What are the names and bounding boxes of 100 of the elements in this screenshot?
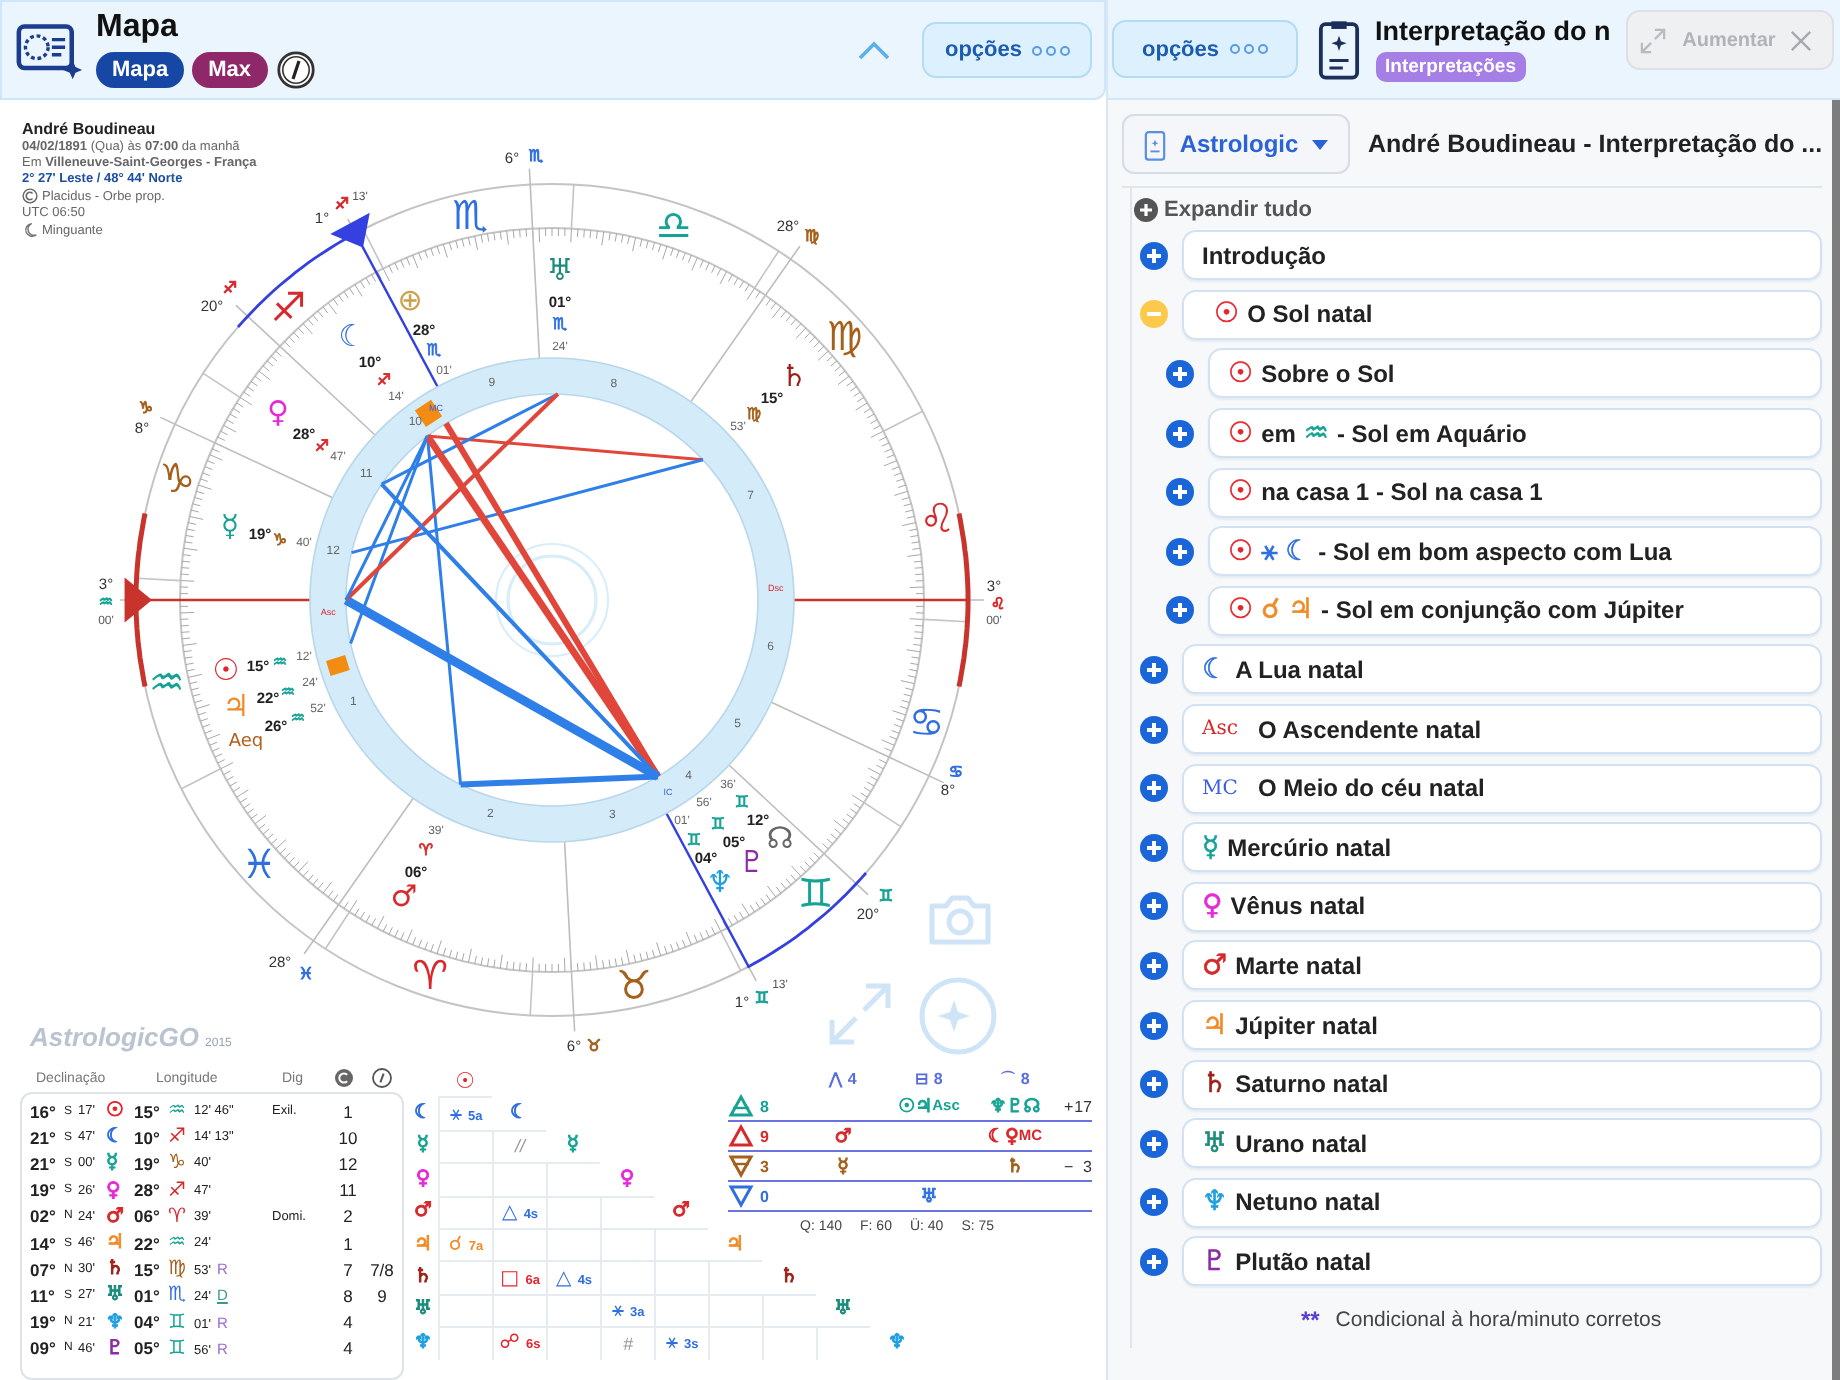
tree-item[interactable]: ☉ Sobre o Sol	[1208, 348, 1823, 399]
longitude-degree: 28°	[134, 1180, 162, 1201]
chart-tag-button[interactable]: Mapa	[96, 52, 185, 88]
expand-icon[interactable]	[1140, 1247, 1168, 1276]
app-logo: AstrologicGO	[30, 1022, 200, 1052]
scrollbar[interactable]	[1832, 100, 1840, 1380]
expand-icon[interactable]	[1140, 655, 1168, 684]
planet-sign: ♊	[686, 831, 702, 849]
grid-cell	[600, 1227, 654, 1261]
cusp-sign: ♌	[990, 595, 1006, 613]
planet-sign: ♈	[418, 841, 434, 859]
tree-item[interactable]: ☾ A Lua natal	[1182, 644, 1823, 695]
planet-sign: ♏	[552, 315, 568, 333]
planet-glyph: ♆	[706, 864, 734, 900]
planet-glyph: ☾	[338, 318, 366, 354]
planet-glyph: ☿	[220, 508, 240, 544]
element-count: 0	[758, 1187, 771, 1205]
interpretation-heading: André Boudineau - Interpretação do ...	[1368, 130, 1823, 158]
cusp-sign: ♏	[528, 147, 544, 165]
expand-icon[interactable]	[1140, 892, 1168, 921]
planet-glyph: Aeq	[228, 732, 264, 752]
options-button[interactable]: opções	[922, 22, 1092, 78]
tree-item[interactable]: ♃ Júpiter natal	[1182, 1000, 1823, 1051]
chart-card-icon	[16, 19, 84, 81]
zodiac-sign: ♊	[797, 868, 834, 917]
planet-glyph: ☉	[212, 652, 240, 688]
source-dropdown[interactable]: Astrologic	[1122, 114, 1350, 174]
expand-icon[interactable]	[1140, 1188, 1168, 1217]
planet-glyph: ♄	[1006, 1155, 1024, 1177]
planet-glyph: ♅	[546, 252, 574, 288]
house-number: 9	[377, 1285, 387, 1306]
grid-cell	[762, 1326, 816, 1360]
tree-item[interactable]: Asc O Ascendente natal	[1182, 704, 1823, 755]
info-icon[interactable]	[275, 50, 316, 90]
declination-degree: 19°	[30, 1312, 58, 1333]
person-name: André Boudineau	[22, 120, 158, 138]
longitude-degree: 10°	[134, 1127, 162, 1148]
tree-item[interactable]: ♄ Saturno natal	[1182, 1059, 1823, 1110]
options-button[interactable]: opções	[1112, 20, 1298, 78]
longitude-degree: 01°	[134, 1285, 162, 1306]
expand-icon[interactable]	[1140, 1070, 1168, 1099]
planet-glyph: ☉	[453, 1067, 477, 1094]
planet-glyph: ☉	[898, 1095, 916, 1117]
planet-glyph: ♀	[413, 1167, 433, 1190]
planet-glyph: ♂	[412, 1200, 434, 1223]
tree-item[interactable]: Introdução	[1182, 230, 1823, 281]
expand-all-link[interactable]: Expandir tudo	[1164, 198, 1312, 222]
tree-item[interactable]: ☉ ⚹ ☾ - Sol em bom aspecto com Lua	[1208, 526, 1823, 577]
tree-item[interactable]: ☿ Mercúrio natal	[1182, 822, 1823, 873]
planet-sign: ♒	[272, 653, 288, 671]
tree-item[interactable]: ☉ em ♒ - Sol em Aquário	[1208, 408, 1823, 459]
planet-glyph: ♅	[106, 1284, 126, 1307]
tree-item[interactable]: ☉ na casa 1 - Sol na casa 1	[1208, 467, 1823, 518]
expand-icon[interactable]	[1166, 419, 1194, 448]
planet-glyph: ♃	[412, 1233, 434, 1256]
planet-glyph: ♃	[106, 1232, 126, 1255]
grid-cell	[654, 1227, 708, 1261]
expand-icon[interactable]	[1140, 774, 1168, 803]
tree-item[interactable]: MC O Meio do céu natal	[1182, 763, 1823, 814]
expand-icon[interactable]	[1140, 241, 1168, 270]
planet-sign: ♒	[280, 683, 296, 701]
footnote: Condicional à hora/minuto corretos	[1335, 1307, 1662, 1332]
chart-tag-button[interactable]: Max	[192, 52, 268, 88]
expand-icon[interactable]	[1166, 596, 1194, 625]
planet-sign: ♐	[376, 371, 392, 389]
zodiac-sign: ♒	[148, 657, 185, 706]
expand-icon[interactable]	[1140, 1011, 1168, 1040]
planet-glyph: ♀	[106, 1179, 123, 1202]
expand-icon[interactable]	[1140, 1129, 1168, 1158]
sign-glyph: ♏	[168, 1284, 188, 1307]
planet-glyph: ♂	[106, 1205, 126, 1228]
expand-icon[interactable]	[1140, 833, 1168, 862]
tree-item[interactable]: ☉ ☌ ♃ - Sol em conjunção com Júpiter	[1208, 585, 1823, 636]
planet-glyph: ♄	[106, 1258, 126, 1281]
expand-icon[interactable]	[1166, 359, 1194, 388]
house-system-icon	[22, 188, 38, 204]
expand-icon[interactable]	[1166, 537, 1194, 566]
sign-glyph: ♒	[168, 1232, 188, 1255]
element-count: 3	[758, 1157, 771, 1175]
expand-icon[interactable]	[1140, 951, 1168, 980]
planet-glyph: ☊	[1023, 1095, 1041, 1117]
tree-item[interactable]: ♀ Vênus natal	[1182, 881, 1823, 932]
tree-item[interactable]: ♇ Plutão natal	[1182, 1236, 1823, 1287]
tree-item[interactable]: ♆ Netuno natal	[1182, 1177, 1823, 1228]
tree-item[interactable]: ☉ O Sol natal	[1182, 289, 1823, 340]
section-badge: Interpretações	[1375, 52, 1526, 82]
expand-icon[interactable]	[1140, 715, 1168, 744]
expand-all-icon[interactable]	[1134, 198, 1158, 222]
declination-degree: 19°	[30, 1180, 58, 1201]
planet-glyph: ♂	[390, 878, 418, 914]
tree-item[interactable]: ♂ Marte natal	[1182, 940, 1823, 991]
declination-degree: 09°	[30, 1338, 58, 1359]
clipboard-icon	[1143, 127, 1166, 161]
planet-sign: ♊	[710, 815, 726, 833]
tree-item[interactable]: ♅ Urano natal	[1182, 1118, 1823, 1169]
expand-icon[interactable]	[1166, 478, 1194, 507]
element-icon	[728, 1184, 754, 1208]
longitude-degree: 15°	[134, 1101, 162, 1122]
planet-glyph: ♂	[834, 1125, 852, 1147]
longitude-degree: 06°	[134, 1206, 162, 1227]
